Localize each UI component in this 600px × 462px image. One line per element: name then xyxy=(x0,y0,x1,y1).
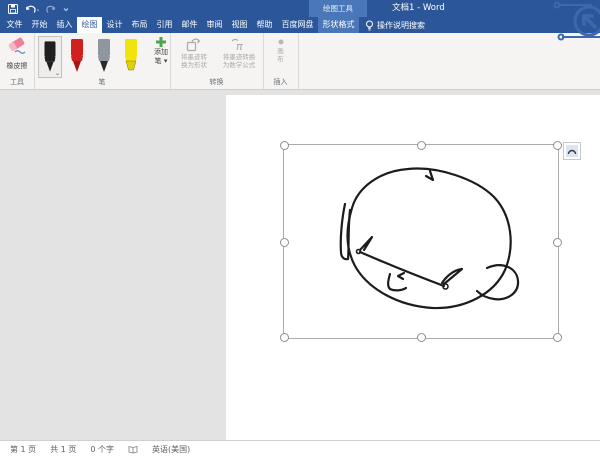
pen-gray[interactable] xyxy=(92,36,116,78)
group-label-insert: 插入 xyxy=(263,77,298,87)
proofing-status-icon[interactable] xyxy=(128,445,138,456)
customize-qat-icon[interactable] xyxy=(63,5,69,13)
pen-red[interactable] xyxy=(65,36,89,78)
group-label-convert: 转换 xyxy=(170,77,263,87)
group-label-tools: 工具 xyxy=(0,77,34,87)
eraser-icon xyxy=(5,36,29,56)
ink-selection-box[interactable] xyxy=(283,144,559,339)
drawing-canvas-button[interactable]: 画 布 xyxy=(263,37,298,63)
canvas-icon xyxy=(277,37,285,47)
tab-references[interactable]: 引用 xyxy=(152,17,177,33)
pens-gallery: ⌄ xyxy=(38,36,143,78)
selection-handle-middle-right[interactable] xyxy=(553,238,562,247)
document-area xyxy=(0,90,600,450)
pen-black[interactable]: ⌄ xyxy=(38,36,62,78)
selection-handle-bottom-left[interactable] xyxy=(280,333,289,342)
ribbon-tab-row: 文件开始插入绘图设计布局引用邮件审阅视图帮助百度网盘形状格式 操作说明搜索 xyxy=(0,17,600,33)
tab-view[interactable]: 视图 xyxy=(227,17,252,33)
ink-to-math-icon: π xyxy=(230,36,248,53)
selection-handle-top-middle[interactable] xyxy=(417,141,426,150)
selection-handle-top-left[interactable] xyxy=(280,141,289,150)
ink-to-shape-icon xyxy=(186,36,203,53)
selection-handle-top-right[interactable] xyxy=(553,141,562,150)
ribbon-tabs: 文件开始插入绘图设计布局引用邮件审阅视图帮助百度网盘形状格式 xyxy=(2,17,359,33)
tell-me-search[interactable]: 操作说明搜索 xyxy=(359,17,431,33)
ribbon-group-convert: 将墨迹转 换为形状 π 将墨迹转换 为数学公式 转换 xyxy=(170,33,264,89)
tab-file[interactable]: 文件 xyxy=(2,17,27,33)
selection-handle-bottom-right[interactable] xyxy=(553,333,562,342)
eraser-label: 橡皮擦 xyxy=(2,61,32,71)
ribbon: 橡皮擦 工具 ⌄ 添加 笔 ▾ 笔 将墨迹转 换为形状 π xyxy=(0,33,600,90)
status-bar: 第 1 页 共 1 页 0 个字 英语(美国) xyxy=(0,440,600,462)
tab-help[interactable]: 帮助 xyxy=(252,17,277,33)
selection-handle-middle-left[interactable] xyxy=(280,238,289,247)
ribbon-group-tools: 橡皮擦 工具 xyxy=(0,33,35,89)
word-window: { "app": { "document_title": "文档1 - Word… xyxy=(0,0,600,450)
plus-icon xyxy=(155,36,167,48)
undo-icon[interactable] xyxy=(25,4,39,14)
tab-layout[interactable]: 布局 xyxy=(127,17,152,33)
highlighter-yellow[interactable] xyxy=(119,36,143,78)
selection-handle-bottom-middle[interactable] xyxy=(417,333,426,342)
tab-shape-format[interactable]: 形状格式 xyxy=(318,17,359,33)
tab-home[interactable]: 开始 xyxy=(27,17,52,33)
svg-text:π: π xyxy=(236,40,243,52)
ink-to-math-button[interactable]: π 将墨迹转换 为数学公式 xyxy=(217,36,261,69)
tab-design[interactable]: 设计 xyxy=(102,17,127,33)
lightbulb-icon xyxy=(365,20,374,31)
layout-options-button[interactable] xyxy=(563,142,581,160)
group-label-pens: 笔 xyxy=(34,77,170,87)
tab-review[interactable]: 审阅 xyxy=(202,17,227,33)
redo-icon[interactable] xyxy=(46,4,56,14)
drawing-tools-contextual-header: 绘图工具 xyxy=(309,0,367,17)
ink-to-shape-button[interactable]: 将墨迹转 换为形状 xyxy=(172,36,216,69)
tab-draw[interactable]: 绘图 xyxy=(77,17,102,33)
tab-baidu-netdisk[interactable]: 百度网盘 xyxy=(277,17,318,33)
save-icon[interactable] xyxy=(8,4,18,14)
tab-insert[interactable]: 插入 xyxy=(52,17,77,33)
title-bar: 绘图工具 文档1 - Word xyxy=(0,0,600,17)
ribbon-group-pens: ⌄ 添加 笔 ▾ 笔 xyxy=(34,33,171,89)
document-title: 文档1 - Word xyxy=(392,0,445,17)
ribbon-group-insert: 画 布 插入 xyxy=(263,33,299,89)
tab-mailings[interactable]: 邮件 xyxy=(177,17,202,33)
quick-access-toolbar xyxy=(8,0,69,17)
layout-options-icon xyxy=(566,145,578,157)
eraser-button[interactable]: 橡皮擦 xyxy=(2,36,32,71)
